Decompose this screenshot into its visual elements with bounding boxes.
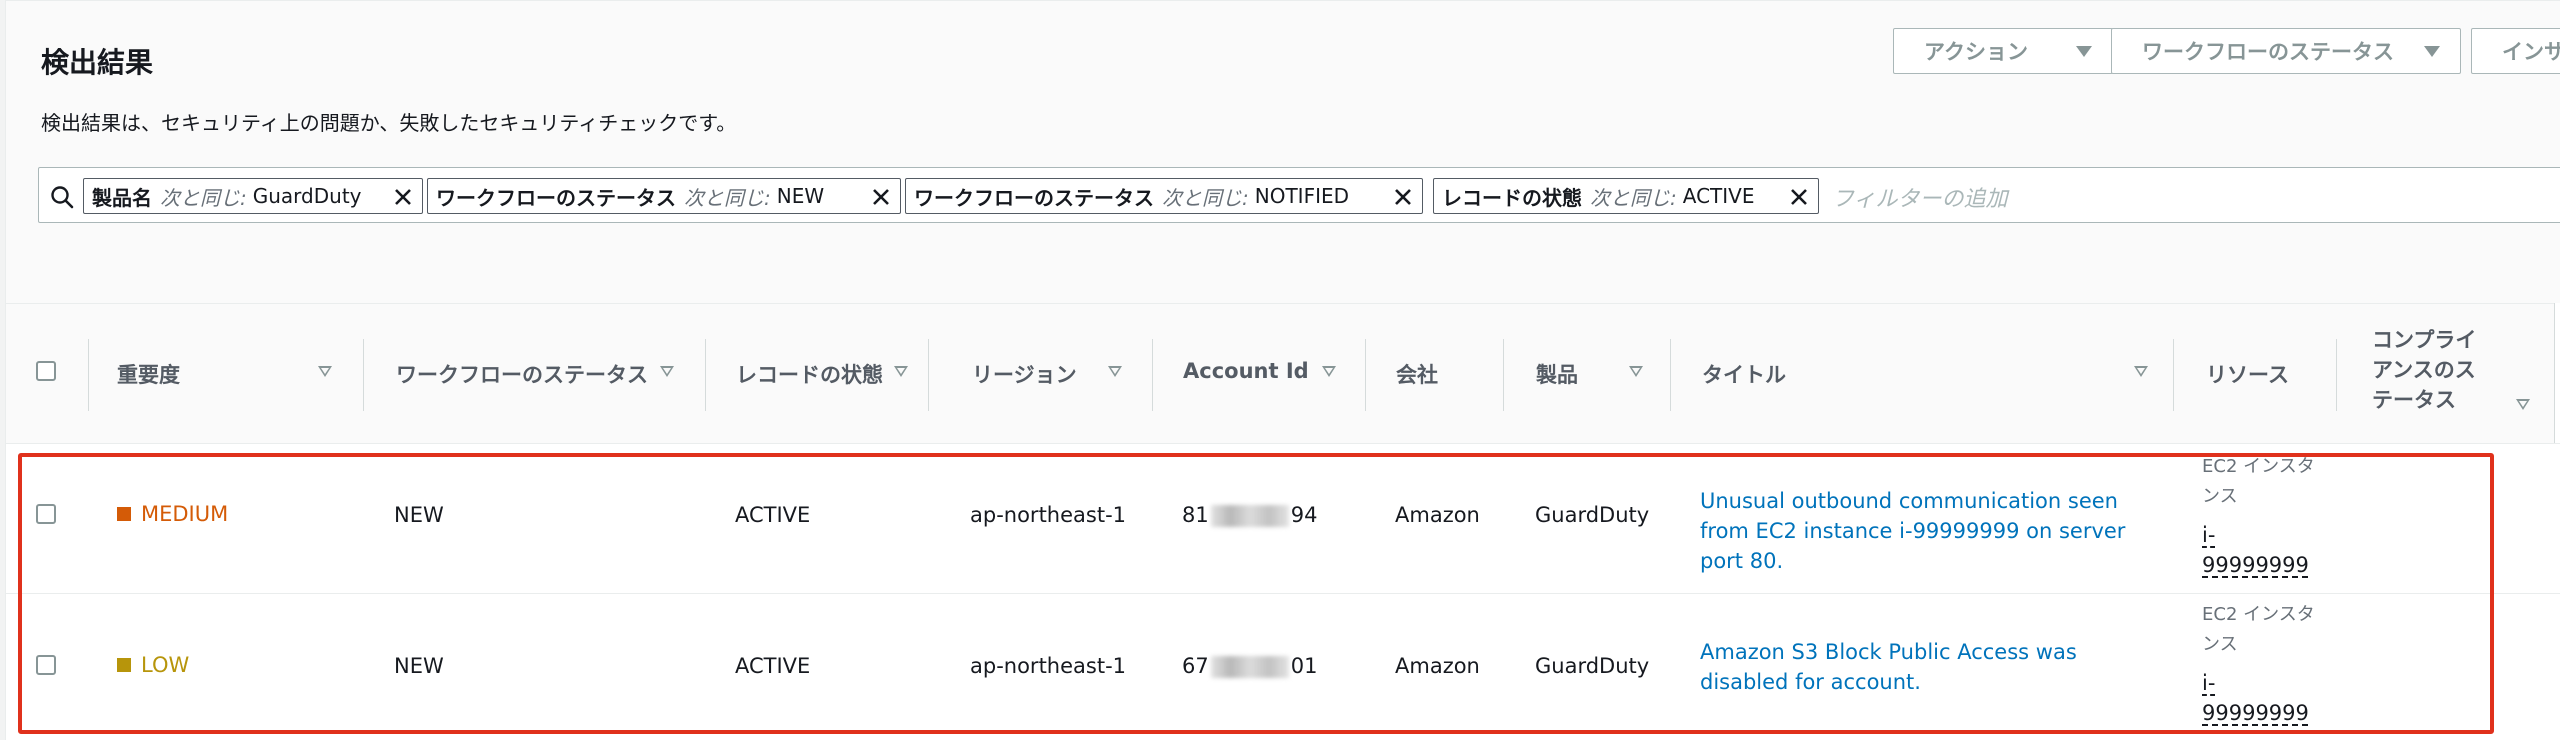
column-divider	[2336, 339, 2337, 411]
actions-dropdown-button[interactable]: アクション	[1893, 28, 2113, 74]
filter-token-key: 製品名	[92, 185, 152, 210]
filter-token-operator: 次と同じ:	[1590, 185, 1677, 210]
caret-down-icon	[2076, 46, 2092, 57]
page-description: 検出結果は、セキュリティ上の問題か、失敗したセキュリティチェックです。	[41, 111, 737, 135]
sort-icon[interactable]	[2516, 399, 2530, 410]
column-divider	[363, 339, 364, 411]
caret-down-icon	[2424, 46, 2440, 57]
filter-token-value: ACTIVE	[1682, 184, 1755, 208]
filter-token-key: ワークフローのステータス	[914, 185, 1154, 210]
search-icon	[51, 186, 74, 209]
insights-button-label: インサ	[2502, 40, 2560, 64]
column-header-record-state[interactable]: レコードの状態	[736, 359, 883, 389]
column-divider	[2173, 339, 2174, 411]
remove-filter-icon[interactable]	[1392, 186, 1414, 208]
column-header-compliance-status[interactable]: コンプライ アンスのス テータス	[2372, 325, 2476, 415]
column-header-account-id[interactable]: Account Id	[1183, 359, 1309, 383]
column-divider	[928, 339, 929, 411]
filter-token-operator: 次と同じ:	[684, 185, 771, 210]
column-divider	[1670, 339, 1671, 411]
sort-icon[interactable]	[894, 366, 908, 377]
remove-filter-icon[interactable]	[870, 186, 892, 208]
insights-button[interactable]: インサ	[2471, 28, 2560, 74]
compliance-header-line: アンスのス	[2372, 358, 2476, 382]
actions-button-label: アクション	[1924, 40, 2028, 64]
sort-icon[interactable]	[1629, 366, 1643, 377]
column-header-severity[interactable]: 重要度	[117, 359, 180, 389]
workflow-status-dropdown-button[interactable]: ワークフローのステータス	[2111, 28, 2461, 74]
column-divider	[705, 339, 706, 411]
findings-header-panel: 検出結果 検出結果は、セキュリティ上の問題か、失敗したセキュリティチェックです。…	[6, 0, 2560, 303]
compliance-header-line: テータス	[2372, 388, 2456, 412]
page-title: 検出結果	[41, 46, 154, 79]
workflow-status-button-label: ワークフローのステータス	[2142, 40, 2394, 64]
sort-icon[interactable]	[1108, 366, 1122, 377]
column-header-region[interactable]: リージョン	[972, 359, 1077, 389]
add-filter-placeholder[interactable]: フィルターの追加	[1832, 181, 2008, 213]
filter-token-value: NEW	[776, 184, 825, 208]
table-header-row: 重要度 ワークフローのステータス レコードの状態 リージョン Account I…	[6, 303, 2560, 443]
sort-icon[interactable]	[2134, 366, 2148, 377]
remove-filter-icon[interactable]	[392, 186, 414, 208]
filter-token-key: レコードの状態	[1442, 185, 1582, 210]
filter-token-value: GuardDuty	[252, 184, 362, 208]
filter-token-workflow-status-notified[interactable]: ワークフローのステータス 次と同じ: NOTIFIED	[905, 178, 1423, 214]
filter-token-operator: 次と同じ:	[1162, 185, 1249, 210]
column-header-company[interactable]: 会社	[1396, 359, 1438, 389]
filter-token-key: ワークフローのステータス	[436, 185, 676, 210]
sort-icon[interactable]	[318, 366, 332, 377]
remove-filter-icon[interactable]	[1788, 186, 1810, 208]
filter-search-bar[interactable]: 製品名 次と同じ: GuardDuty ワークフローのステータス 次と同じ: N…	[38, 167, 2560, 223]
sort-icon[interactable]	[660, 366, 674, 377]
sort-icon[interactable]	[1322, 366, 1336, 377]
column-divider	[1365, 339, 1366, 411]
column-divider	[88, 339, 89, 411]
column-header-resource[interactable]: リソース	[2206, 359, 2289, 389]
filter-token-operator: 次と同じ:	[160, 185, 247, 210]
column-header-workflow-status[interactable]: ワークフローのステータス	[396, 359, 648, 389]
filter-token-value: NOTIFIED	[1254, 184, 1350, 208]
column-divider	[1503, 339, 1504, 411]
column-header-product[interactable]: 製品	[1536, 359, 1578, 389]
compliance-header-line: コンプライ	[2372, 328, 2477, 352]
column-header-title[interactable]: タイトル	[1702, 359, 1786, 389]
highlight-annotation-box	[18, 453, 2494, 734]
column-divider	[2554, 303, 2560, 443]
filter-token-workflow-status-new[interactable]: ワークフローのステータス 次と同じ: NEW	[427, 178, 901, 214]
select-all-checkbox[interactable]	[36, 361, 56, 381]
filter-token-product-name[interactable]: 製品名 次と同じ: GuardDuty	[83, 178, 423, 214]
column-divider	[1152, 339, 1153, 411]
filter-token-record-state[interactable]: レコードの状態 次と同じ: ACTIVE	[1433, 178, 1819, 214]
